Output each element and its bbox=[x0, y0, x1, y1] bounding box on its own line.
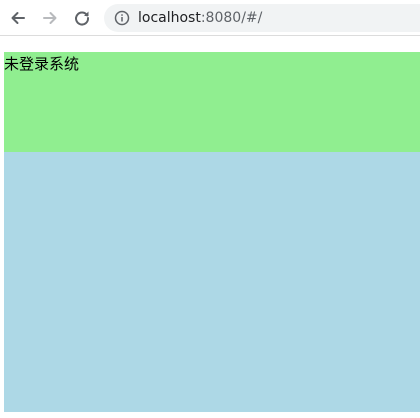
header-area: 未登录系统 bbox=[4, 52, 420, 152]
forward-button[interactable] bbox=[38, 6, 62, 30]
page-viewport: 未登录系统 bbox=[0, 36, 420, 418]
login-status-text: 未登录系统 bbox=[4, 55, 80, 73]
back-button[interactable] bbox=[6, 6, 30, 30]
content-area bbox=[4, 152, 420, 412]
address-bar[interactable]: localhost:8080/#/ bbox=[104, 4, 420, 32]
url-path: :8080/#/ bbox=[200, 10, 263, 26]
browser-toolbar: localhost:8080/#/ bbox=[0, 0, 420, 36]
info-icon[interactable] bbox=[114, 10, 130, 26]
reload-button[interactable] bbox=[70, 6, 94, 30]
reload-icon bbox=[75, 11, 90, 26]
url-host: localhost bbox=[138, 10, 201, 26]
arrow-left-icon bbox=[11, 12, 25, 24]
arrow-right-icon bbox=[43, 12, 57, 24]
url-text[interactable]: localhost:8080/#/ bbox=[138, 9, 262, 27]
